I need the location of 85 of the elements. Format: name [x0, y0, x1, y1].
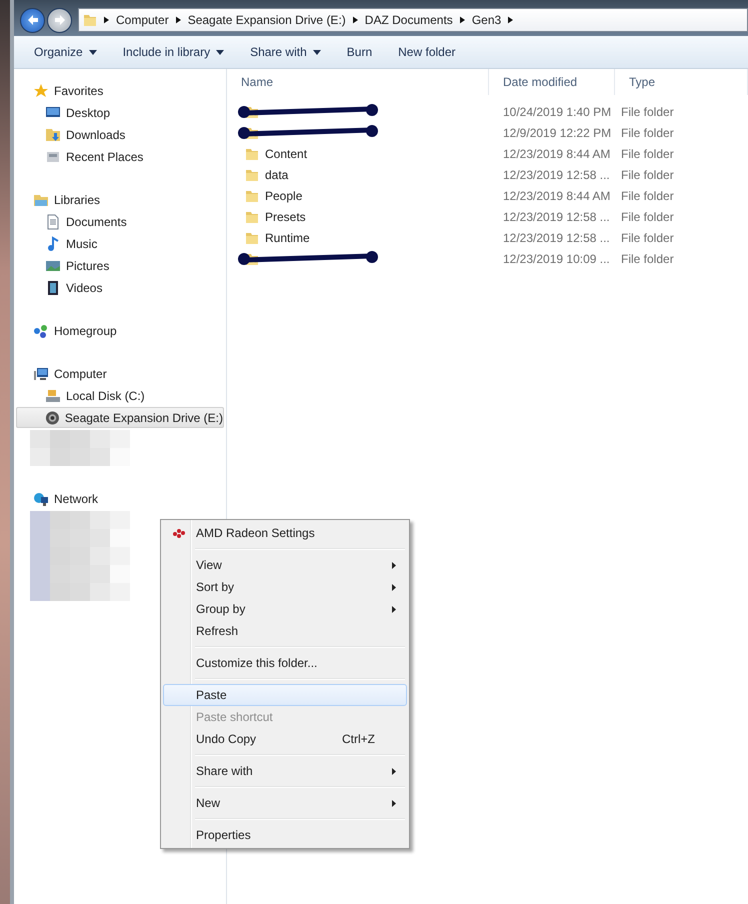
- network-globe-icon: [33, 490, 49, 506]
- type-cell-text: File folder: [620, 168, 675, 182]
- sidebar-item[interactable]: Network: [16, 488, 224, 509]
- sidebar-item[interactable]: Videos: [16, 277, 224, 298]
- left-arrow-icon: [26, 14, 38, 26]
- date-cell-text: 12/9/2019 12:22 PM: [502, 126, 612, 140]
- film-icon: [45, 280, 61, 296]
- menu-item[interactable]: Paste: [163, 684, 407, 706]
- menu-item[interactable]: Properties: [163, 824, 407, 846]
- sidebar-item[interactable]: Downloads: [16, 124, 224, 145]
- date-cell-text: 10/24/2019 1:40 PM: [502, 104, 612, 118]
- date-cell-text: 12/23/2019 12:58 ...: [502, 230, 611, 244]
- menu-item[interactable]: Sort by: [163, 576, 407, 598]
- date-cell-text: 12/23/2019 8:44 AM: [502, 188, 612, 202]
- toolbar-button[interactable]: Organize: [26, 41, 105, 63]
- sidebar-item[interactable]: Recent Places: [16, 146, 224, 167]
- type-cell-text: File folder: [620, 104, 675, 118]
- sidebar-item[interactable]: Pictures: [16, 255, 224, 276]
- type-cell-text: File folder: [620, 252, 675, 266]
- menu-item[interactable]: AMD Radeon Settings: [163, 522, 407, 544]
- back-button[interactable]: [20, 8, 45, 32]
- type-cell-text: File folder: [620, 188, 675, 202]
- sidebar-item[interactable]: Documents: [16, 211, 224, 232]
- folder-icon: [83, 13, 97, 27]
- column-header[interactable]: Date modified: [489, 69, 615, 95]
- breadcrumb-arrow-icon: [460, 16, 465, 24]
- breadcrumb[interactable]: Computer: [116, 13, 169, 27]
- file-name[interactable]: data: [265, 168, 288, 182]
- homegroup-icon: [33, 322, 49, 338]
- menu-item[interactable]: Share with: [163, 760, 407, 782]
- document-icon: [45, 214, 61, 230]
- file-name[interactable]: Runtime: [265, 230, 310, 244]
- toolbar-button[interactable]: Burn: [338, 41, 380, 63]
- type-cell-text: File folder: [620, 126, 675, 140]
- breadcrumb[interactable]: Gen3: [472, 13, 502, 27]
- breadcrumb[interactable]: DAZ Documents: [364, 13, 453, 27]
- breadcrumb-arrow-icon: [104, 16, 109, 24]
- disk-drive-icon: [45, 388, 61, 404]
- breadcrumb-arrow-icon: [352, 16, 358, 24]
- computer-icon: [33, 366, 49, 382]
- breadcrumb-arrow-icon: [176, 16, 181, 24]
- file-name[interactable]: Content: [265, 146, 308, 160]
- sidebar-item[interactable]: Homegroup: [16, 320, 224, 341]
- folder-icon: [245, 188, 259, 202]
- sidebar-item[interactable]: Desktop: [16, 102, 224, 123]
- folder-icon: [245, 210, 259, 224]
- sidebar-item[interactable]: Local Disk (C:): [16, 385, 224, 406]
- toolbar-button[interactable]: Share with: [242, 41, 329, 63]
- date-cell-text: 12/23/2019 8:44 AM: [502, 146, 612, 160]
- date-cell-text: 12/23/2019 10:09 ...: [502, 252, 611, 266]
- star-icon: [33, 82, 49, 98]
- forward-button[interactable]: [47, 8, 72, 32]
- date-cell-text: 12/23/2019 12:58 ...: [502, 168, 611, 182]
- right-arrow-icon: [54, 14, 66, 26]
- menu-item[interactable]: Group by: [163, 598, 407, 620]
- sidebar-item[interactable]: Favorites: [16, 80, 224, 101]
- breadcrumb-arrow-icon: [508, 16, 514, 24]
- sidebar-item[interactable]: Music: [16, 233, 224, 254]
- address-bar[interactable]: Computer Seagate Expansion Drive (E:) DAZ Documents Gen3: [78, 8, 748, 32]
- date-cell-text: 12/23/2019 12:58 ...: [502, 210, 611, 224]
- file-name[interactable]: People: [265, 188, 302, 202]
- menu-item[interactable]: New: [163, 792, 407, 814]
- file-name[interactable]: Presets: [265, 210, 306, 224]
- external-drive-icon: [45, 410, 60, 426]
- menu-item[interactable]: Customize this folder...: [163, 652, 407, 674]
- sidebar-item[interactable]: Computer: [16, 363, 224, 384]
- music-note-icon: [45, 236, 61, 252]
- breadcrumb[interactable]: Seagate Expansion Drive (E:): [188, 13, 346, 27]
- type-cell-text: File folder: [620, 146, 675, 160]
- folder-icon: [245, 168, 259, 182]
- column-header[interactable]: Name: [227, 69, 489, 95]
- sidebar-item[interactable]: Seagate Expansion Drive (E:): [16, 407, 224, 428]
- column-header[interactable]: Type: [615, 69, 748, 95]
- menu-item[interactable]: View: [163, 554, 407, 576]
- dots-icon: [172, 527, 186, 539]
- type-cell-text: File folder: [620, 230, 675, 244]
- toolbar-button[interactable]: Include in library: [114, 41, 232, 63]
- menu-item[interactable]: Refresh: [163, 620, 407, 642]
- folder-download-icon: [45, 126, 61, 142]
- folder-icon: [245, 230, 259, 244]
- type-cell-text: File folder: [620, 210, 675, 224]
- sidebar-item[interactable]: Libraries: [16, 189, 224, 210]
- folder-icon: [245, 146, 259, 160]
- menu-item[interactable]: Undo Copy Ctrl+Z: [163, 728, 407, 750]
- toolbar-button[interactable]: New folder: [390, 41, 464, 63]
